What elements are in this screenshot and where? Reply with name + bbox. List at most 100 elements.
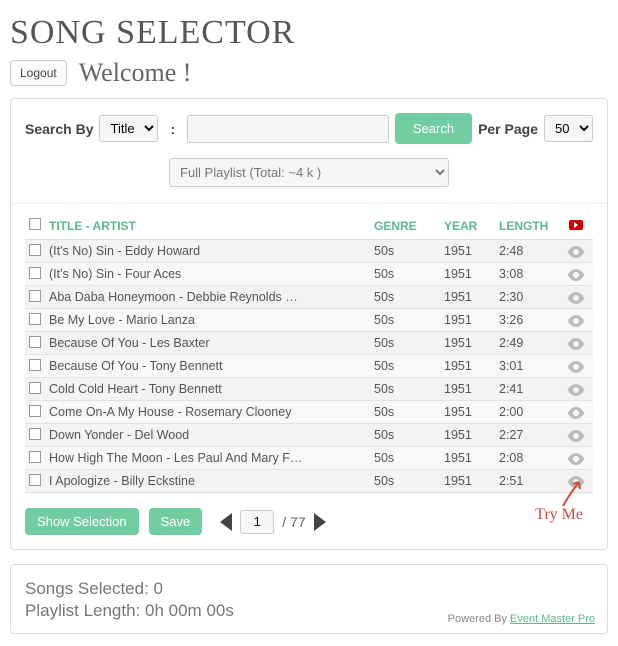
- welcome-text: Welcome !: [79, 58, 192, 88]
- preview-icon[interactable]: [559, 336, 593, 350]
- song-list[interactable]: (It's No) Sin - Eddy Howard50s19512:48(I…: [25, 240, 593, 494]
- table-row[interactable]: Down Yonder - Del Wood50s19512:27: [25, 424, 593, 447]
- row-title: Come On-A My House - Rosemary Clooney: [49, 405, 374, 419]
- row-checkbox[interactable]: [29, 474, 41, 486]
- row-length: 2:48: [499, 244, 559, 258]
- table-row[interactable]: Because Of You - Tony Bennett50s19513:01: [25, 355, 593, 378]
- row-checkbox[interactable]: [29, 359, 41, 371]
- row-checkbox[interactable]: [29, 244, 41, 256]
- row-title: Cold Cold Heart - Tony Bennett: [49, 382, 374, 396]
- youtube-icon: [559, 219, 593, 233]
- row-length: 2:08: [499, 451, 559, 465]
- preview-icon[interactable]: [559, 359, 593, 373]
- col-year[interactable]: YEAR: [444, 219, 499, 233]
- row-title: Because Of You - Les Baxter: [49, 336, 374, 350]
- search-input[interactable]: [187, 115, 389, 143]
- row-length: 2:41: [499, 382, 559, 396]
- per-page-select[interactable]: 50: [544, 115, 593, 142]
- table-row[interactable]: Because Of You - Les Baxter50s19512:49: [25, 332, 593, 355]
- row-year: 1951: [444, 428, 499, 442]
- row-genre: 50s: [374, 313, 444, 327]
- row-year: 1951: [444, 313, 499, 327]
- save-button[interactable]: Save: [149, 508, 203, 535]
- row-genre: 50s: [374, 474, 444, 488]
- table-row[interactable]: Come On-A My House - Rosemary Clooney50s…: [25, 401, 593, 424]
- row-checkbox[interactable]: [29, 336, 41, 348]
- row-year: 1951: [444, 474, 499, 488]
- per-page-label: Per Page: [478, 121, 538, 137]
- preview-icon[interactable]: [559, 382, 593, 396]
- row-length: 2:27: [499, 428, 559, 442]
- show-selection-button[interactable]: Show Selection: [25, 508, 139, 535]
- table-row[interactable]: (It's No) Sin - Four Aces50s19513:08: [25, 263, 593, 286]
- prev-page-button[interactable]: [220, 513, 232, 531]
- row-length: 2:51: [499, 474, 559, 488]
- row-genre: 50s: [374, 359, 444, 373]
- row-title: Because Of You - Tony Bennett: [49, 359, 374, 373]
- row-genre: 50s: [374, 267, 444, 281]
- preview-icon[interactable]: [559, 290, 593, 304]
- row-year: 1951: [444, 267, 499, 281]
- table-row[interactable]: Cold Cold Heart - Tony Bennett50s19512:4…: [25, 378, 593, 401]
- powered-by-label: Powered By: [448, 613, 510, 625]
- row-year: 1951: [444, 359, 499, 373]
- search-button[interactable]: Search: [395, 113, 472, 144]
- row-title: (It's No) Sin - Eddy Howard: [49, 244, 374, 258]
- preview-icon[interactable]: [559, 405, 593, 419]
- row-title: Be My Love - Mario Lanza: [49, 313, 374, 327]
- search-by-label: Search By: [25, 121, 93, 137]
- table-row[interactable]: Be My Love - Mario Lanza50s19513:26: [25, 309, 593, 332]
- row-genre: 50s: [374, 290, 444, 304]
- colon: :: [164, 121, 181, 137]
- row-checkbox[interactable]: [29, 267, 41, 279]
- row-length: 3:01: [499, 359, 559, 373]
- preview-icon[interactable]: [559, 451, 593, 465]
- row-length: 2:00: [499, 405, 559, 419]
- row-genre: 50s: [374, 336, 444, 350]
- row-checkbox[interactable]: [29, 313, 41, 325]
- try-me-callout: Try Me: [535, 506, 583, 524]
- search-field-select[interactable]: Title: [99, 115, 158, 142]
- row-title: How High The Moon - Les Paul And Mary F…: [49, 451, 374, 465]
- row-length: 2:49: [499, 336, 559, 350]
- col-title[interactable]: TITLE - ARTIST: [49, 219, 374, 233]
- row-title: (It's No) Sin - Four Aces: [49, 267, 374, 281]
- row-year: 1951: [444, 382, 499, 396]
- next-page-button[interactable]: [314, 513, 326, 531]
- row-length: 3:08: [499, 267, 559, 281]
- row-checkbox[interactable]: [29, 451, 41, 463]
- row-checkbox[interactable]: [29, 405, 41, 417]
- row-checkbox[interactable]: [29, 382, 41, 394]
- row-checkbox[interactable]: [29, 428, 41, 440]
- row-year: 1951: [444, 405, 499, 419]
- table-row[interactable]: (It's No) Sin - Eddy Howard50s19512:48: [25, 240, 593, 263]
- row-genre: 50s: [374, 244, 444, 258]
- row-year: 1951: [444, 451, 499, 465]
- row-length: 2:30: [499, 290, 559, 304]
- row-genre: 50s: [374, 405, 444, 419]
- row-length: 3:26: [499, 313, 559, 327]
- table-row[interactable]: How High The Moon - Les Paul And Mary F……: [25, 447, 593, 470]
- row-year: 1951: [444, 336, 499, 350]
- row-title: Down Yonder - Del Wood: [49, 428, 374, 442]
- col-length[interactable]: LENGTH: [499, 219, 559, 233]
- songs-selected: Songs Selected: 0: [25, 579, 593, 599]
- row-genre: 50s: [374, 451, 444, 465]
- col-genre[interactable]: GENRE: [374, 219, 444, 233]
- row-title: I Apologize - Billy Eckstine: [49, 474, 374, 488]
- preview-icon[interactable]: [559, 313, 593, 327]
- page-title: SONG SELECTOR: [10, 14, 608, 52]
- playlist-select[interactable]: Full Playlist (Total: ~4 k ): [169, 158, 449, 187]
- select-all-checkbox[interactable]: [29, 218, 41, 230]
- preview-icon[interactable]: [559, 428, 593, 442]
- table-row[interactable]: I Apologize - Billy Eckstine50s19512:51: [25, 470, 593, 493]
- preview-icon[interactable]: [559, 244, 593, 258]
- powered-by-link[interactable]: Event Master Pro: [510, 613, 595, 625]
- preview-icon[interactable]: [559, 267, 593, 281]
- row-title: Aba Daba Honeymoon - Debbie Reynolds …: [49, 290, 374, 304]
- table-row[interactable]: Aba Daba Honeymoon - Debbie Reynolds …50…: [25, 286, 593, 309]
- row-genre: 50s: [374, 382, 444, 396]
- row-checkbox[interactable]: [29, 290, 41, 302]
- page-input[interactable]: [240, 510, 274, 534]
- logout-button[interactable]: Logout: [10, 60, 67, 86]
